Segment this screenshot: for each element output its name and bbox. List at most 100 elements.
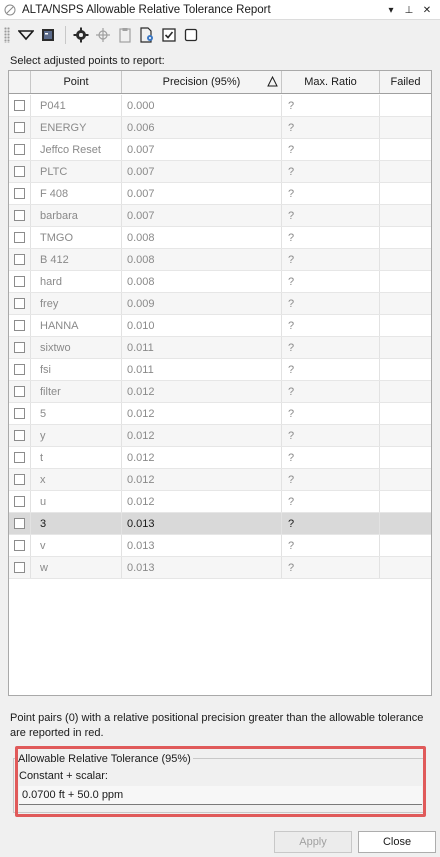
target-icon[interactable] <box>93 25 113 45</box>
table-row[interactable]: fsi 0.011? <box>9 359 431 381</box>
check-all-icon[interactable] <box>159 25 179 45</box>
menu-dropdown-icon[interactable] <box>16 25 36 45</box>
header-max-ratio[interactable]: Max. Ratio <box>282 71 380 93</box>
report-icon[interactable] <box>38 25 58 45</box>
precision-cell: 0.009 <box>122 293 282 314</box>
clipboard-icon[interactable] <box>115 25 135 45</box>
failed-cell <box>380 205 431 226</box>
row-checkbox[interactable] <box>14 342 25 353</box>
row-checkbox[interactable] <box>14 452 25 463</box>
table-row[interactable]: filter 0.012? <box>9 381 431 403</box>
row-checkbox-cell[interactable] <box>9 359 31 380</box>
precision-cell: 0.012 <box>122 425 282 446</box>
row-checkbox[interactable] <box>14 276 25 287</box>
row-checkbox[interactable] <box>14 144 25 155</box>
row-checkbox-cell[interactable] <box>9 469 31 490</box>
row-checkbox[interactable] <box>14 232 25 243</box>
table-row[interactable]: frey 0.009? <box>9 293 431 315</box>
table-row[interactable]: hard 0.008? <box>9 271 431 293</box>
table-row[interactable]: sixtwo 0.011? <box>9 337 431 359</box>
settings-gear-icon[interactable] <box>71 25 91 45</box>
table-row[interactable]: F 408 0.007? <box>9 183 431 205</box>
row-checkbox-cell[interactable] <box>9 491 31 512</box>
table-row[interactable]: t 0.012? <box>9 447 431 469</box>
chevron-down-icon[interactable]: ▾ <box>382 2 400 18</box>
row-checkbox-cell[interactable] <box>9 139 31 160</box>
failed-cell <box>380 227 431 248</box>
table-row[interactable]: HANNA 0.010? <box>9 315 431 337</box>
header-checkbox[interactable] <box>9 71 31 93</box>
row-checkbox[interactable] <box>14 298 25 309</box>
row-checkbox-cell[interactable] <box>9 447 31 468</box>
row-checkbox[interactable] <box>14 210 25 221</box>
point-cell: F 408 <box>31 183 122 204</box>
points-grid[interactable]: Point Precision (95%) Max. Ratio Failed … <box>8 70 432 696</box>
row-checkbox[interactable] <box>14 386 25 397</box>
row-checkbox-cell[interactable] <box>9 381 31 402</box>
table-row[interactable]: x 0.012? <box>9 469 431 491</box>
row-checkbox-cell[interactable] <box>9 227 31 248</box>
table-row[interactable]: B 412 0.008? <box>9 249 431 271</box>
header-precision[interactable]: Precision (95%) <box>122 71 282 93</box>
row-checkbox[interactable] <box>14 254 25 265</box>
apply-button[interactable]: Apply <box>274 831 352 853</box>
point-cell: Jeffco Reset <box>31 139 122 160</box>
row-checkbox-cell[interactable] <box>9 513 31 534</box>
pin-icon[interactable]: ⊥ <box>400 2 418 18</box>
row-checkbox-cell[interactable] <box>9 205 31 226</box>
table-row[interactable]: TMGO 0.008? <box>9 227 431 249</box>
table-row[interactable]: w 0.013? <box>9 557 431 579</box>
table-row[interactable]: u 0.012? <box>9 491 431 513</box>
row-checkbox[interactable] <box>14 562 25 573</box>
table-row[interactable]: y 0.012? <box>9 425 431 447</box>
close-icon[interactable]: ✕ <box>418 2 436 18</box>
row-checkbox[interactable] <box>14 122 25 133</box>
table-row[interactable]: barbara 0.007? <box>9 205 431 227</box>
table-row[interactable]: P041 0.000? <box>9 95 431 117</box>
row-checkbox[interactable] <box>14 320 25 331</box>
row-checkbox-cell[interactable] <box>9 557 31 578</box>
failed-cell <box>380 117 431 138</box>
row-checkbox-cell[interactable] <box>9 425 31 446</box>
row-checkbox[interactable] <box>14 430 25 441</box>
table-row[interactable]: 5 0.012? <box>9 403 431 425</box>
row-checkbox[interactable] <box>14 474 25 485</box>
row-checkbox-cell[interactable] <box>9 403 31 424</box>
max-ratio-cell: ? <box>282 381 380 402</box>
row-checkbox-cell[interactable] <box>9 271 31 292</box>
toolbar-grip[interactable] <box>4 27 10 43</box>
failed-cell <box>380 337 431 358</box>
uncheck-all-icon[interactable] <box>181 25 201 45</box>
table-row[interactable]: ENERGY 0.006? <box>9 117 431 139</box>
document-settings-icon[interactable] <box>137 25 157 45</box>
row-checkbox[interactable] <box>14 408 25 419</box>
max-ratio-cell: ? <box>282 447 380 468</box>
row-checkbox-cell[interactable] <box>9 293 31 314</box>
row-checkbox[interactable] <box>14 540 25 551</box>
row-checkbox-cell[interactable] <box>9 249 31 270</box>
row-checkbox[interactable] <box>14 166 25 177</box>
header-point[interactable]: Point <box>31 71 122 93</box>
row-checkbox[interactable] <box>14 496 25 507</box>
row-checkbox-cell[interactable] <box>9 535 31 556</box>
row-checkbox-cell[interactable] <box>9 161 31 182</box>
point-cell: sixtwo <box>31 337 122 358</box>
row-checkbox[interactable] <box>14 364 25 375</box>
row-checkbox-cell[interactable] <box>9 315 31 336</box>
row-checkbox[interactable] <box>14 188 25 199</box>
row-checkbox[interactable] <box>14 100 25 111</box>
close-button[interactable]: Close <box>358 831 436 853</box>
row-checkbox-cell[interactable] <box>9 117 31 138</box>
header-failed[interactable]: Failed <box>380 71 431 93</box>
table-row[interactable]: PLTC 0.007? <box>9 161 431 183</box>
failed-cell <box>380 535 431 556</box>
row-checkbox[interactable] <box>14 518 25 529</box>
max-ratio-cell: ? <box>282 205 380 226</box>
row-checkbox-cell[interactable] <box>9 183 31 204</box>
table-row[interactable]: Jeffco Reset 0.007? <box>9 139 431 161</box>
table-row[interactable]: 3 0.013? <box>9 513 431 535</box>
max-ratio-cell: ? <box>282 469 380 490</box>
table-row[interactable]: v 0.013? <box>9 535 431 557</box>
row-checkbox-cell[interactable] <box>9 337 31 358</box>
row-checkbox-cell[interactable] <box>9 95 31 116</box>
